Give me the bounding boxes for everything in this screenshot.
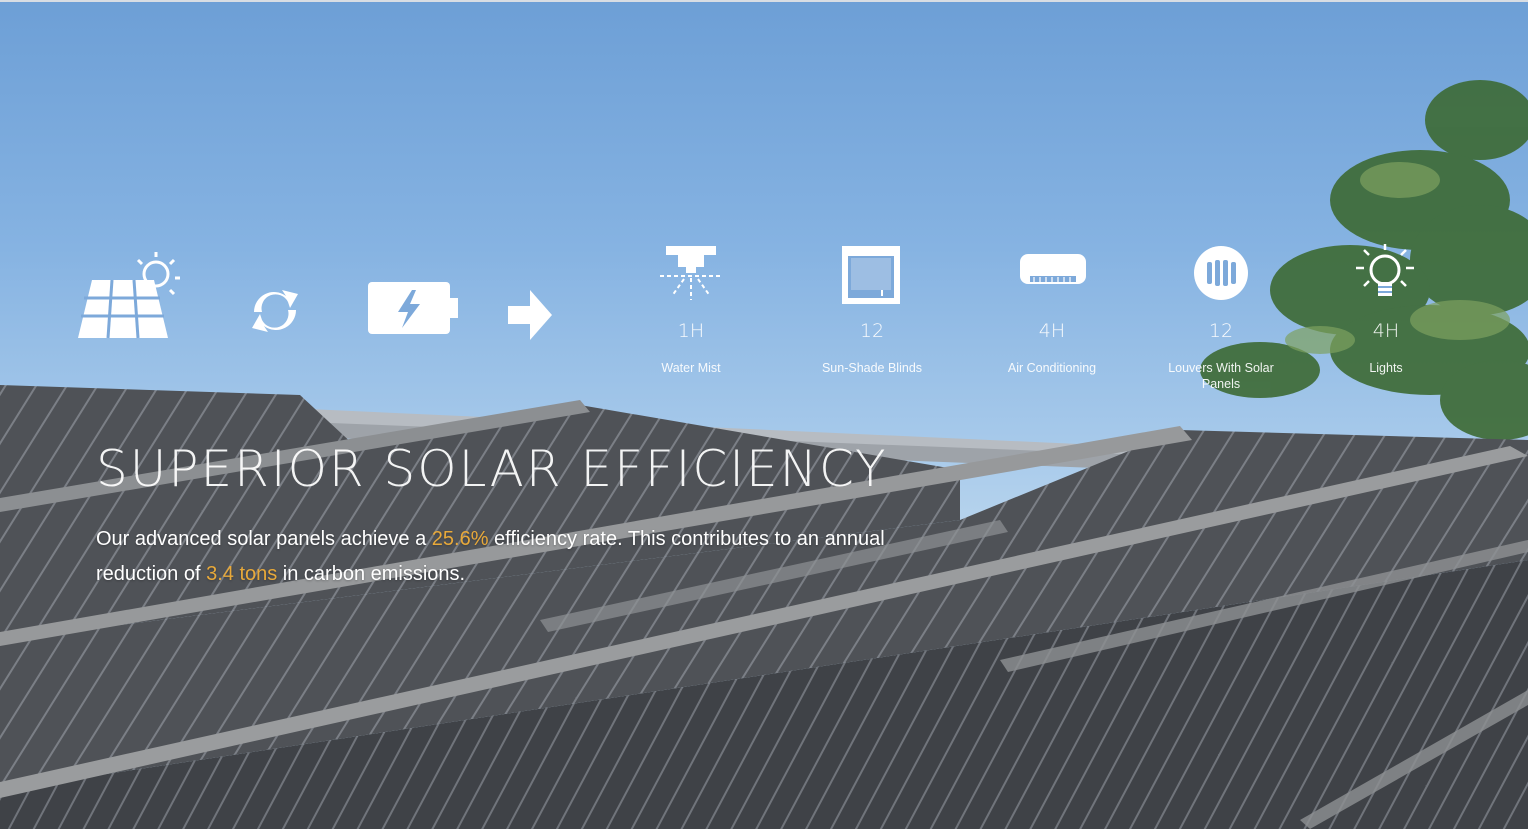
description-part-1: Our advanced solar panels achieve a xyxy=(96,528,432,550)
blinds-label: Sun-Shade Blinds xyxy=(821,361,923,375)
lights-value: 4H xyxy=(1372,320,1400,342)
louvers-icon xyxy=(1194,246,1248,305)
page-title: SUPERIOR SOLAR EFFICIENCY xyxy=(96,440,888,498)
description-part-3: in carbon emissions. xyxy=(277,563,466,585)
water-mist-icon xyxy=(660,246,722,309)
efficiency-rate-highlight: 25.6% xyxy=(431,528,489,550)
recycle-arrows-icon xyxy=(248,288,302,339)
air-conditioner-icon xyxy=(1020,254,1086,297)
blinds-icon xyxy=(842,246,900,309)
air-conditioning-value: 4H xyxy=(1038,320,1066,342)
lights-label: Lights xyxy=(1369,361,1403,375)
water-mist-value: 1H xyxy=(677,320,705,342)
water-mist-label: Water Mist xyxy=(661,361,721,375)
hero-scene: 1H Water Mist 12 Sun-Shade Blinds 4H Air… xyxy=(0,0,1528,829)
louvers-label: Louvers With Solar Panels xyxy=(1168,361,1274,391)
arrow-right-icon xyxy=(508,290,552,345)
solar-panel-sun-icon xyxy=(78,250,184,345)
hero-description: Our advanced solar panels achieve a 25.6… xyxy=(96,522,916,592)
louvers-value: 12 xyxy=(1208,320,1234,342)
light-bulb-icon xyxy=(1356,244,1414,309)
battery-charging-icon xyxy=(368,282,458,339)
solar-roof-background xyxy=(0,80,1528,829)
air-conditioning-label: Air Conditioning xyxy=(1007,361,1097,375)
carbon-reduction-highlight: 3.4 tons xyxy=(206,563,278,585)
blinds-value: 12 xyxy=(859,320,885,342)
